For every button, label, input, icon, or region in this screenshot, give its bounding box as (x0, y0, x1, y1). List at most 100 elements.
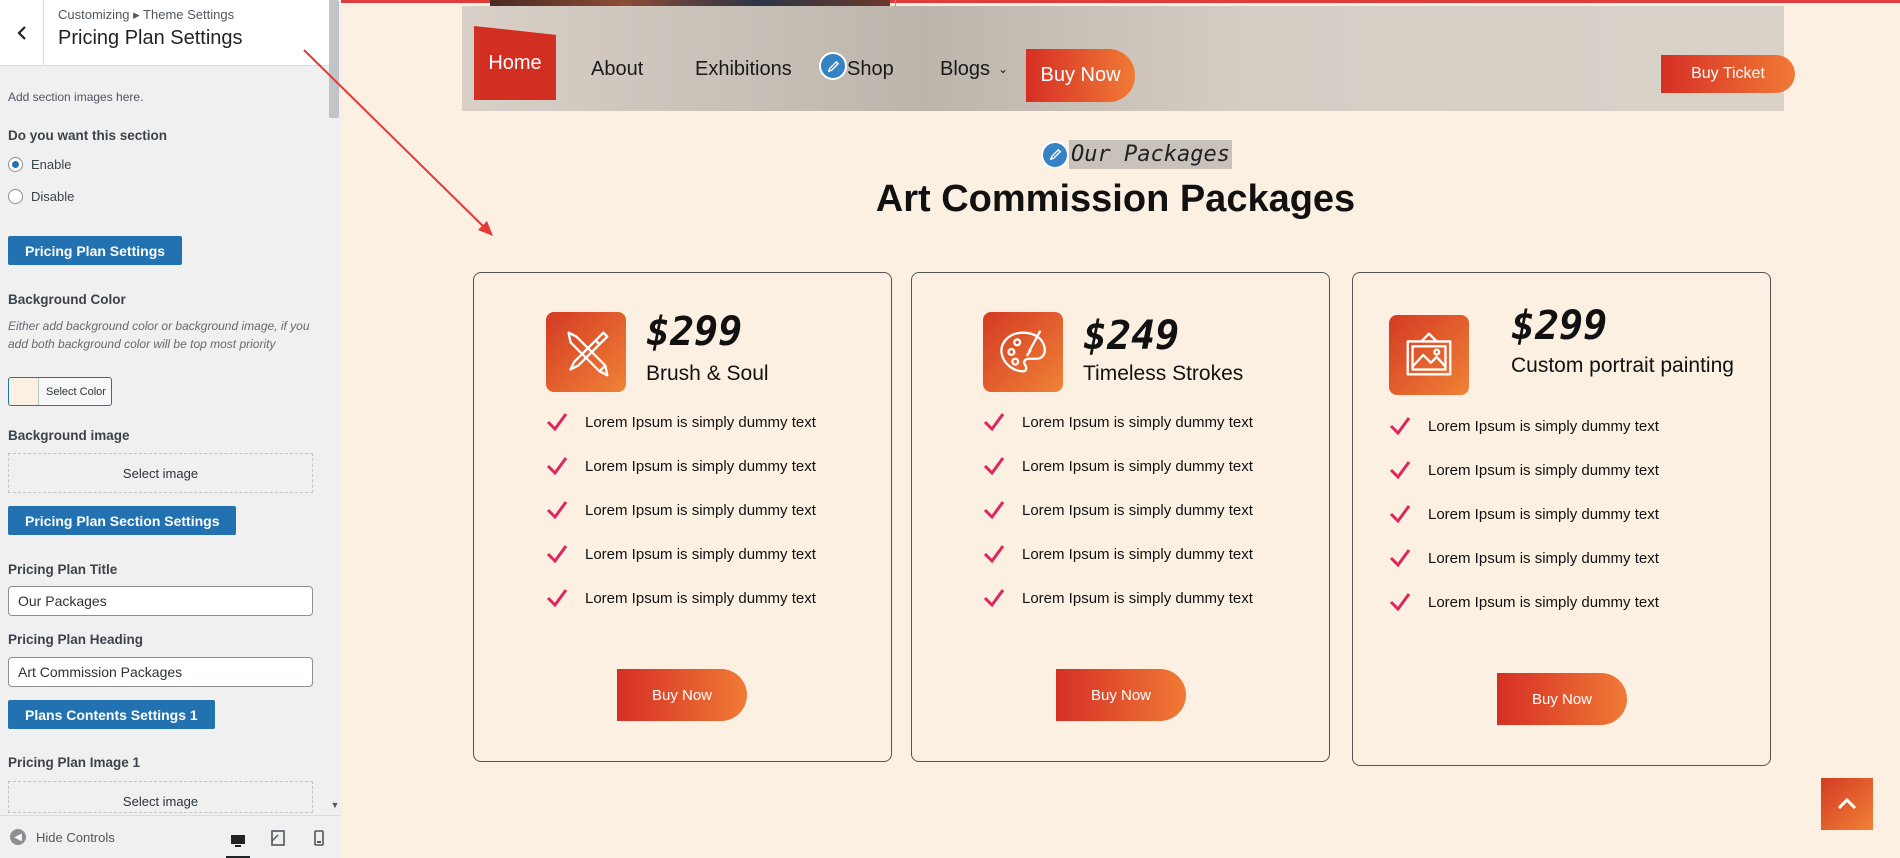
card-price: $249 (1083, 313, 1180, 359)
bg-color-note: Either add background color or backgroun… (8, 319, 310, 351)
feature-text: Lorem Ipsum is simply dummy text (1022, 545, 1253, 563)
scroll-down-arrow-icon[interactable]: ▼ (329, 800, 341, 812)
buy-ticket-button[interactable]: Buy Ticket (1661, 55, 1795, 93)
select-plan-image-button[interactable]: Select image (8, 781, 313, 813)
feature-list: Lorem Ipsum is simply dummy text Lorem I… (546, 400, 816, 620)
list-item: Lorem Ipsum is simply dummy text (546, 444, 816, 488)
nav-shop[interactable]: Shop (847, 58, 894, 81)
tablet-preview-button[interactable] (266, 826, 290, 850)
section-title-wrap: Our Packages (1041, 140, 1232, 169)
section-toggle-label: Do you want this section (8, 128, 168, 143)
radio-enable[interactable]: Enable (8, 157, 71, 172)
list-item: Lorem Ipsum is simply dummy text (983, 444, 1253, 488)
plan-heading-input[interactable]: Art Commission Packages (8, 657, 313, 687)
nav-about[interactable]: About (591, 58, 643, 81)
feature-text: Lorem Ipsum is simply dummy text (585, 457, 816, 475)
check-icon (1389, 461, 1411, 480)
list-item: Lorem Ipsum is simply dummy text (1389, 404, 1659, 448)
brush-pencil-icon (546, 312, 626, 392)
pricing-card: $299 Custom portrait painting Lorem Ipsu… (1352, 272, 1771, 766)
tablet-icon (271, 830, 285, 846)
check-icon (1389, 505, 1411, 524)
contents-settings-button[interactable]: Plans Contents Settings 1 (8, 700, 215, 729)
feature-text: Lorem Ipsum is simply dummy text (585, 545, 816, 563)
plan-title-label: Pricing Plan Title (8, 562, 118, 577)
list-item: Lorem Ipsum is simply dummy text (983, 576, 1253, 620)
card-buy-now-button[interactable]: Buy Now (1497, 673, 1627, 725)
list-item: Lorem Ipsum is simply dummy text (546, 400, 816, 444)
panel-title: Pricing Plan Settings (58, 27, 243, 49)
pricing-card: $299 Brush & Soul Lorem Ipsum is simply … (473, 272, 892, 762)
sidebar-scrollbar-thumb[interactable] (329, 0, 339, 118)
color-swatch (9, 378, 39, 405)
feature-list: Lorem Ipsum is simply dummy text Lorem I… (983, 400, 1253, 620)
hide-controls-button[interactable]: ◀ Hide Controls (10, 829, 115, 845)
feature-text: Lorem Ipsum is simply dummy text (1428, 593, 1659, 611)
feature-text: Lorem Ipsum is simply dummy text (1022, 413, 1253, 431)
framed-picture-icon (1389, 315, 1469, 395)
edit-shortcut-pencil-icon[interactable] (819, 52, 847, 80)
plan-image-label: Pricing Plan Image 1 (8, 755, 141, 770)
check-icon (546, 413, 568, 432)
customizer-header: Customizing ▸ Theme Settings Pricing Pla… (0, 0, 329, 66)
back-button[interactable] (0, 0, 44, 65)
bg-image-label: Background image (8, 428, 130, 443)
plan-title-input[interactable]: Our Packages (8, 586, 313, 616)
mobile-preview-button[interactable] (307, 826, 331, 850)
palette-icon (983, 312, 1063, 392)
feature-list: Lorem Ipsum is simply dummy text Lorem I… (1389, 404, 1659, 624)
select-color-button[interactable]: Select Color (8, 377, 112, 406)
list-item: Lorem Ipsum is simply dummy text (1389, 448, 1659, 492)
card-name: Brush & Soul (646, 362, 769, 385)
section-heading: Art Commission Packages (875, 178, 1356, 220)
section-heading-wrap: Art Commission Packages (341, 178, 1900, 221)
card-price: $299 (646, 309, 743, 355)
edit-shortcut-pencil-icon[interactable] (1041, 140, 1069, 169)
chevron-left-icon (16, 25, 26, 40)
nav-home[interactable]: Home (474, 26, 556, 100)
feature-text: Lorem Ipsum is simply dummy text (1022, 589, 1253, 607)
card-name: Timeless Strokes (1083, 362, 1244, 385)
customizer-footer: ◀ Hide Controls (0, 815, 341, 858)
scroll-to-top-button[interactable] (1821, 778, 1873, 830)
radio-disable-label: Disable (31, 189, 75, 204)
radio-enable-control[interactable] (8, 157, 23, 172)
feature-text: Lorem Ipsum is simply dummy text (1428, 549, 1659, 567)
list-item: Lorem Ipsum is simply dummy text (983, 400, 1253, 444)
card-buy-now-button[interactable]: Buy Now (617, 669, 747, 721)
feature-text: Lorem Ipsum is simply dummy text (585, 413, 816, 431)
section-settings-button[interactable]: Pricing Plan Section Settings (8, 506, 237, 535)
bg-color-label: Background Color (8, 292, 126, 307)
list-item: Lorem Ipsum is simply dummy text (983, 488, 1253, 532)
radio-disable[interactable]: Disable (8, 189, 74, 204)
sidebar-scrollbar[interactable] (329, 0, 341, 815)
breadcrumb: Customizing ▸ Theme Settings (58, 7, 235, 22)
nav-buy-now-button[interactable]: Buy Now (1026, 49, 1135, 102)
check-icon (546, 501, 568, 520)
desktop-icon (231, 835, 245, 847)
check-icon (983, 457, 1005, 476)
feature-text: Lorem Ipsum is simply dummy text (585, 589, 816, 607)
hide-controls-label: Hide Controls (36, 829, 115, 845)
plan-heading-label: Pricing Plan Heading (8, 632, 144, 647)
collapse-arrow-icon: ◀ (10, 829, 26, 845)
check-icon (546, 545, 568, 564)
card-name: Custom portrait painting (1511, 354, 1734, 377)
nav-exhibitions[interactable]: Exhibitions (695, 58, 792, 81)
card-buy-now-button[interactable]: Buy Now (1056, 669, 1186, 721)
mobile-icon (314, 830, 324, 846)
pricing-plan-settings-button[interactable]: Pricing Plan Settings (8, 236, 183, 265)
radio-disable-control[interactable] (8, 189, 23, 204)
check-icon (1389, 593, 1411, 612)
main-navigation: Home About Exhibitions Shop Blogs ⌄ Buy … (462, 6, 1795, 111)
check-icon (983, 501, 1005, 520)
check-icon (983, 545, 1005, 564)
nav-blogs[interactable]: Blogs (940, 58, 990, 81)
select-bg-image-button[interactable]: Select image (8, 453, 313, 493)
desktop-preview-button[interactable] (226, 826, 250, 858)
list-item: Lorem Ipsum is simply dummy text (546, 488, 816, 532)
radio-enable-label: Enable (31, 157, 72, 172)
list-item: Lorem Ipsum is simply dummy text (1389, 492, 1659, 536)
list-item: Lorem Ipsum is simply dummy text (546, 576, 816, 620)
check-icon (546, 457, 568, 476)
